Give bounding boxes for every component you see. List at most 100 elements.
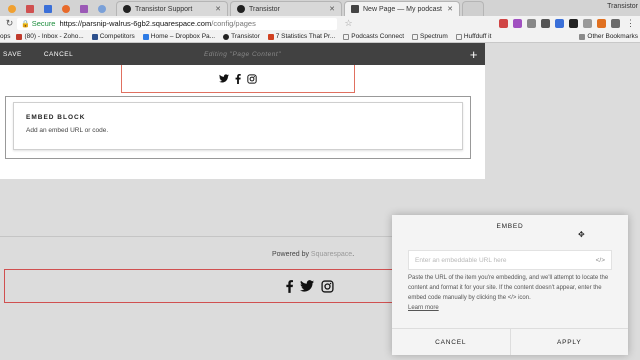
url-host: https://parsnip-walrus-6gb2.squarespace.… [59,19,212,28]
tab-title: New Page — My podcast [363,5,442,13]
social-links-block[interactable] [121,65,355,93]
tab-favicon-icon [44,5,52,13]
new-tab-button[interactable] [462,1,484,16]
refresh-icon[interactable]: ↻ [4,18,15,29]
instagram-icon[interactable] [247,73,257,84]
tab-new-page[interactable]: New Page — My podcast ✕ [344,1,460,16]
bookmark-label: Competitors [99,33,135,40]
footer-social-block[interactable] [4,269,394,303]
bookmark-item[interactable]: Spectrum [412,33,448,40]
bookmark-label: 7 Statistics That Pr... [275,33,336,40]
facebook-icon[interactable] [286,279,293,293]
extension-icon[interactable] [541,19,550,28]
tab-favicon-icon [26,5,34,13]
tab-transistor[interactable]: Transistor ✕ [230,1,342,16]
facebook-icon[interactable] [235,73,241,84]
rocket-icon [267,33,274,40]
embed-block[interactable]: EMBED BLOCK Add an embed URL or code. [13,102,463,150]
secure-label: Secure [31,19,56,28]
bookmark-item[interactable]: (80) - Inbox - Zoho... [16,33,84,40]
folder-icon [579,33,586,40]
close-tab-icon[interactable]: ✕ [447,5,453,13]
address-bar[interactable]: 🔒 Secure https://parsnip-walrus-6gb2.squ… [17,17,337,30]
pinned-tab[interactable] [58,2,74,16]
pinned-tab[interactable] [94,2,110,16]
extension-icon[interactable] [527,19,536,28]
cancel-button[interactable]: CANCEL [44,51,73,58]
transistor-favicon-icon [123,5,131,13]
bookmark-item[interactable]: Podcasts Connect [343,33,404,40]
menu-dots-icon[interactable]: ⋮ [625,18,636,29]
page-icon [412,33,419,40]
dialog-apply-button[interactable]: APPLY [509,329,629,355]
extension-icon[interactable] [513,19,522,28]
embed-dialog: EMBED ✥ </> Paste the URL of the item yo… [392,215,628,355]
embed-url-input[interactable] [415,256,596,264]
embed-url-field[interactable]: </> [408,250,612,270]
powered-prefix: Powered by [272,251,311,258]
extension-icon[interactable] [555,19,564,28]
address-toolbar: ↻ 🔒 Secure https://parsnip-walrus-6gb2.s… [0,16,640,31]
extension-icon[interactable] [569,19,578,28]
bookmark-label: Transistor [231,33,260,40]
transistor-favicon-icon [237,5,245,13]
editor-toolbar: Editing "Page Content" SAVE CANCEL + [0,43,485,65]
tab-favicon-icon [8,5,16,13]
twitter-icon[interactable] [300,280,314,292]
learn-more-link[interactable]: Learn more [408,303,439,313]
powered-by-text: Powered by Squarespace. [272,251,354,258]
pinned-tab[interactable] [4,2,20,16]
powered-suffix: . [352,251,355,258]
bookmark-item[interactable]: Huffduff it [455,33,492,40]
pinned-tab[interactable] [40,2,56,16]
extension-icon[interactable] [611,19,620,28]
page-icon [343,33,350,40]
other-bookmarks-label: Other Bookmarks [587,33,638,40]
dialog-help: Paste the URL of the item you're embeddi… [408,273,616,313]
add-block-icon[interactable]: + [470,47,478,62]
twitter-icon[interactable] [219,74,229,83]
save-button[interactable]: SAVE [3,51,22,58]
extension-icons: ⋮ [499,18,636,29]
pinned-tab[interactable] [22,2,38,16]
embed-block-subtitle: Add an embed URL or code. [26,127,109,134]
bookmarks-bar: ops (80) - Inbox - Zoho... Competitors H… [0,31,640,43]
close-tab-icon[interactable]: ✕ [329,5,335,13]
tab-transistor-support[interactable]: Transistor Support ✕ [116,1,228,16]
bookmark-label: Spectrum [420,33,448,40]
url-path: /config/pages [211,19,256,28]
tab-title: Transistor [249,5,280,13]
dropbox-icon [142,33,149,40]
move-handle-icon[interactable]: ✥ [578,230,585,239]
bookmark-label: (80) - Inbox - Zoho... [24,33,84,40]
transistor-favicon-icon [223,33,230,40]
embed-block-outline[interactable]: EMBED BLOCK Add an embed URL or code. [5,96,471,159]
bookmark-apps[interactable]: ops [0,33,10,40]
other-bookmarks[interactable]: Other Bookmarks [579,33,638,40]
embed-block-title: EMBED BLOCK [26,114,86,121]
bookmark-favicon-icon [16,33,23,40]
tab-favicon-icon [98,5,106,13]
browser-tab-bar: Transistor Support ✕ Transistor ✕ New Pa… [0,0,640,16]
tab-favicon-icon [80,5,88,13]
close-tab-icon[interactable]: ✕ [215,5,221,13]
bookmark-item[interactable]: Competitors [91,33,135,40]
profile-name[interactable]: Transistor [607,3,638,10]
extension-icon[interactable] [583,19,592,28]
footer-divider [0,236,392,237]
code-icon[interactable]: </> [596,257,605,264]
dialog-cancel-button[interactable]: CANCEL [392,329,510,355]
bookmark-item[interactable]: 7 Statistics That Pr... [267,33,336,40]
bookmark-item[interactable]: Transistor [223,33,260,40]
page-viewport: Editing "Page Content" SAVE CANCEL + EMB… [0,43,640,360]
squarespace-link[interactable]: Squarespace [311,251,352,258]
extension-icon[interactable] [499,19,508,28]
pinned-tab[interactable] [76,2,92,16]
bookmark-item[interactable]: Home – Dropbox Pa... [142,33,215,40]
tab-favicon-icon [62,5,70,13]
bookmark-label: Huffduff it [463,33,492,40]
bookmark-star-icon[interactable]: ☆ [343,18,354,29]
instagram-icon[interactable] [321,279,334,293]
bookmark-favicon-icon [91,33,98,40]
extension-icon[interactable] [597,19,606,28]
